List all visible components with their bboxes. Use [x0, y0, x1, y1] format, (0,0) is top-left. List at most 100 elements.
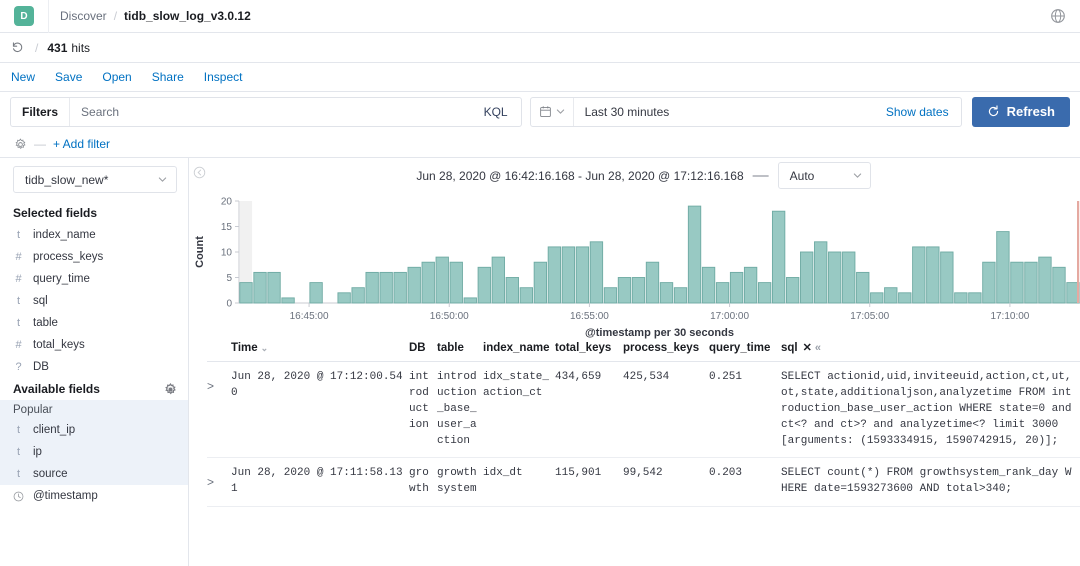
discover-main-panel: Jun 28, 2020 @ 16:42:16.168 - Jun 28, 20…	[189, 158, 1080, 566]
menu-item-inspect[interactable]: Inspect	[204, 70, 243, 84]
search-input[interactable]	[70, 97, 471, 126]
date-picker-group: Last 30 minutes Show dates	[529, 96, 962, 127]
svg-text:15: 15	[221, 222, 233, 233]
index-pattern-select[interactable]: tidb_slow_new*	[13, 166, 177, 193]
menu-item-new[interactable]: New	[11, 70, 35, 84]
cell-table: introduction_base_user_action	[437, 361, 483, 459]
col-header-query-time[interactable]: query_time	[709, 341, 781, 362]
cell-total-keys: 434,659	[555, 361, 623, 459]
hits-count: 431	[47, 40, 68, 55]
cell-index-name: idx_state_action_ct	[483, 361, 555, 459]
show-dates-button[interactable]: Show dates	[886, 98, 961, 126]
menu-item-open[interactable]: Open	[102, 70, 131, 84]
field-type-icon: #	[15, 251, 22, 263]
documents-table: Time ⌄ DB table index_name total_keys pro…	[207, 341, 1080, 508]
kql-language-button[interactable]: KQL	[471, 98, 521, 126]
breadcrumb: Discover / tidb_slow_log_v3.0.12	[49, 9, 251, 23]
cell-query-time: 0.251	[709, 361, 781, 459]
table-row[interactable]: > Jun 28, 2020 @ 17:12:00.540 introducti…	[207, 361, 1080, 459]
col-header-total-keys[interactable]: total_keys	[555, 341, 623, 362]
field-label: sql	[33, 295, 48, 307]
sort-caret-icon[interactable]: ⌄	[261, 343, 269, 353]
col-header-table[interactable]: table	[437, 341, 483, 362]
histogram-svg[interactable]: Count 0 5 10 15 20 16:45:00 16:50:00 16:55:00 17:…	[191, 193, 1080, 341]
gear-icon[interactable]	[14, 137, 27, 151]
svg-text:16:45:00: 16:45:00	[290, 311, 329, 322]
cell-index-name: idx_dt	[483, 457, 555, 508]
chart-interval-select[interactable]: Auto	[777, 162, 871, 189]
popular-heading: Popular	[13, 404, 53, 416]
menu-item-save[interactable]: Save	[55, 70, 82, 84]
cell-sql: SELECT actionid,uid,inviteeuid,action,ct…	[781, 361, 1080, 459]
filters-button[interactable]: Filters	[11, 97, 71, 126]
svg-text:17:10:00: 17:10:00	[990, 311, 1029, 322]
chart-time-range: Jun 28, 2020 @ 16:42:16.168 - Jun 28, 20…	[416, 168, 744, 183]
sidebar-field-DB[interactable]: ? DB	[0, 356, 188, 378]
remove-column-icon[interactable]: ✕	[803, 342, 812, 354]
col-header-index-name[interactable]: index_name	[483, 341, 555, 362]
query-bar: Filters KQL Last 30 minutes Show dates	[0, 92, 1080, 131]
sidebar-field-query_time[interactable]: # query_time	[0, 268, 188, 290]
svg-text:10: 10	[221, 248, 233, 259]
col-header-process-keys[interactable]: process_keys	[623, 341, 709, 362]
expand-row-icon[interactable]: >	[207, 370, 225, 395]
sidebar-field-process_keys[interactable]: # process_keys	[0, 246, 188, 268]
hits-bar: / 431 hits	[0, 33, 1080, 63]
sidebar-field-client_ip[interactable]: t client_ip	[0, 419, 188, 441]
breadcrumb-app[interactable]: Discover	[60, 9, 107, 23]
app-logo-cell[interactable]: D	[0, 0, 49, 33]
chart-interval-value: Auto	[789, 168, 815, 183]
col-header-sql[interactable]: sql ✕ «	[781, 341, 1080, 362]
date-quick-select-button[interactable]	[531, 97, 574, 126]
move-column-left-icon[interactable]: «	[815, 342, 821, 354]
svg-text:16:55:00: 16:55:00	[570, 311, 609, 322]
field-label: source	[33, 468, 68, 480]
sidebar-field-total_keys[interactable]: # total_keys	[0, 334, 188, 356]
breadcrumb-current: tidb_slow_log_v3.0.12	[124, 9, 251, 23]
field-type-icon: ?	[15, 361, 22, 373]
sidebar-field-index_name[interactable]: t index_name	[0, 224, 188, 246]
discover-menu-bar: New Save Open Share Inspect	[0, 63, 1080, 92]
table-row[interactable]: > Jun 28, 2020 @ 17:11:58.131 growth gro…	[207, 457, 1080, 508]
refresh-icon	[988, 105, 998, 117]
sidebar-field-table[interactable]: t table	[0, 312, 188, 334]
row-expand-cell[interactable]: >	[207, 361, 231, 459]
sidebar-field-sql[interactable]: t sql	[0, 290, 188, 312]
refresh-button[interactable]: Refresh	[971, 96, 1070, 127]
col-header-time-label: Time	[231, 342, 258, 355]
col-header-sql-label: sql	[781, 342, 798, 354]
col-header-time[interactable]: Time ⌄	[231, 341, 409, 362]
selected-fields-heading: Selected fields	[0, 202, 188, 224]
chart-header: Jun 28, 2020 @ 16:42:16.168 - Jun 28, 20…	[189, 158, 1080, 193]
field-label: client_ip	[33, 424, 76, 436]
popular-fields-block: Popular t client_ip t ip t source	[0, 400, 188, 485]
menu-item-share[interactable]: Share	[152, 70, 184, 84]
expand-row-icon[interactable]: >	[207, 466, 225, 491]
collapse-sidebar-icon[interactable]	[193, 166, 206, 179]
field-type-icon: t	[16, 446, 21, 458]
add-filter-button[interactable]: + Add filter	[53, 137, 110, 151]
svg-text:17:05:00: 17:05:00	[850, 311, 889, 322]
clock-icon	[13, 491, 24, 501]
sidebar-field-timestamp[interactable]: @timestamp	[0, 485, 188, 507]
svg-text:20: 20	[221, 197, 233, 208]
svg-text:17:00:00: 17:00:00	[710, 311, 749, 322]
field-label: query_time	[33, 273, 90, 285]
date-range-value[interactable]: Last 30 minutes	[574, 98, 886, 126]
field-type-icon: #	[15, 339, 22, 351]
gear-icon[interactable]	[164, 382, 177, 396]
histogram-chart[interactable]: Count 0 5 10 15 20 16:45:00 16:50:00 16:55:00 17:…	[189, 193, 1080, 341]
row-expand-cell[interactable]: >	[207, 457, 231, 508]
col-header-db[interactable]: DB	[409, 341, 437, 362]
sidebar-field-source[interactable]: t source	[0, 463, 188, 485]
field-type-icon: t	[16, 424, 21, 436]
globe-icon[interactable]	[1050, 8, 1066, 24]
undo-icon[interactable]	[11, 41, 24, 54]
hits-label: hits	[71, 40, 91, 55]
kibana-logo: D	[14, 6, 34, 26]
field-label: @timestamp	[33, 490, 98, 502]
documents-table-container[interactable]: Time ⌄ DB table index_name total_keys pro…	[189, 341, 1080, 566]
field-type-icon: t	[16, 317, 21, 329]
sidebar-field-ip[interactable]: t ip	[0, 441, 188, 463]
refresh-button-label: Refresh	[1006, 104, 1055, 119]
